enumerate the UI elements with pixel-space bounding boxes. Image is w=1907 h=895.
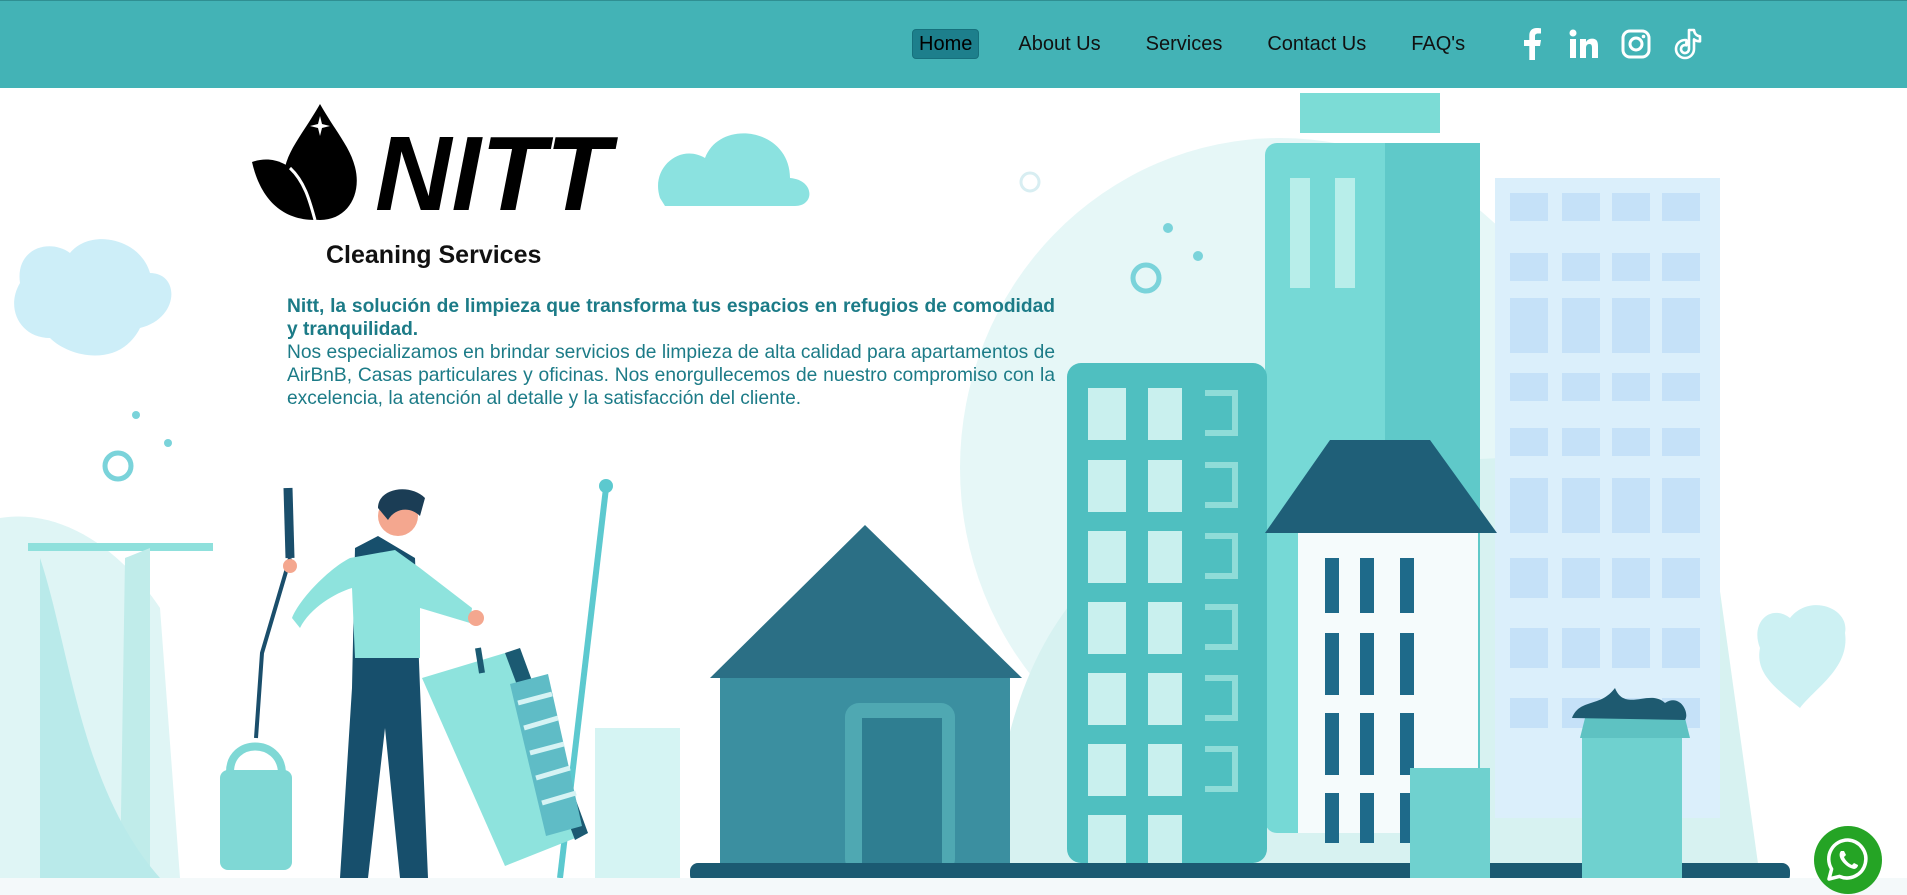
intro-body: Nos especializamos en brindar servicios … bbox=[287, 342, 1055, 409]
intro-lead: Nitt, la solución de limpieza que transf… bbox=[287, 296, 1055, 340]
top-navbar: Home About Us Services Contact Us FAQ's bbox=[0, 0, 1907, 88]
nitt-logo: NITT bbox=[250, 102, 635, 237]
nav-home[interactable]: Home bbox=[912, 29, 980, 59]
brand-subtitle: Cleaning Services bbox=[326, 241, 542, 269]
nav-links: Home About Us Services Contact Us FAQ's bbox=[912, 29, 1504, 59]
social-links bbox=[1515, 27, 1723, 61]
nav-faqs[interactable]: FAQ's bbox=[1405, 30, 1471, 58]
hero-section: NITT Cleaning Services Nitt, la solución… bbox=[0, 88, 1907, 878]
whatsapp-icon bbox=[1827, 838, 1868, 881]
linkedin-icon[interactable] bbox=[1567, 27, 1601, 61]
instagram-icon[interactable] bbox=[1619, 27, 1653, 61]
logo-wordmark: NITT bbox=[375, 115, 619, 232]
nav-contact-us[interactable]: Contact Us bbox=[1261, 30, 1372, 58]
intro-text: Nitt, la solución de limpieza que transf… bbox=[287, 295, 1055, 410]
tiktok-icon[interactable] bbox=[1671, 27, 1705, 61]
nav-about-us[interactable]: About Us bbox=[1012, 30, 1106, 58]
whatsapp-button[interactable] bbox=[1814, 826, 1882, 894]
nav-services[interactable]: Services bbox=[1140, 30, 1229, 58]
facebook-icon[interactable] bbox=[1515, 27, 1549, 61]
